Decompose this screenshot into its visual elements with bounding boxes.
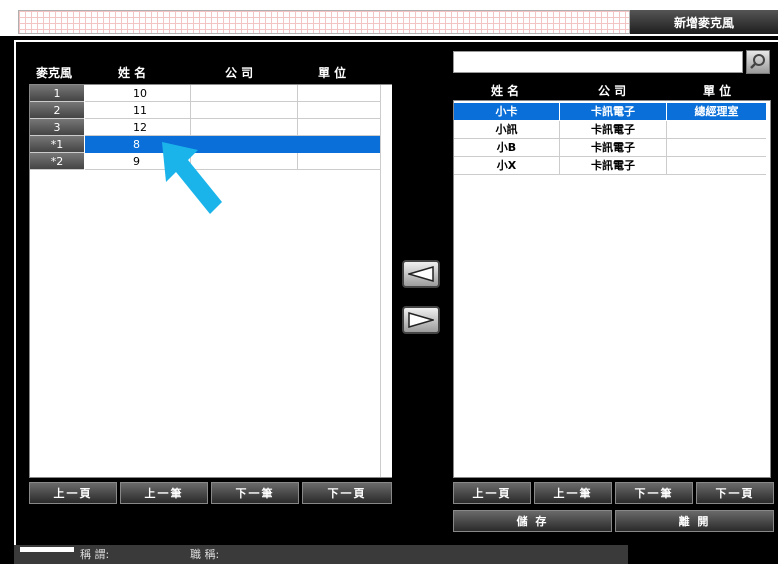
header-name: 姓 名 (118, 66, 147, 80)
unit-cell: 總經理室 (667, 103, 766, 121)
left-page-up-button[interactable]: 上一頁 (29, 482, 117, 504)
search-icon (750, 54, 765, 69)
table-row[interactable]: 小X 卡訊電子 (454, 157, 766, 175)
right-header-unit: 單 位 (703, 84, 732, 98)
mic-cell: 2 (30, 102, 84, 119)
title-grid-strip (18, 10, 630, 34)
company-cell: 卡訊電子 (560, 157, 667, 175)
title-label: 稱 謂: (80, 548, 110, 561)
search-input[interactable] (453, 51, 743, 73)
unit-cell (667, 157, 766, 175)
unit-cell (667, 139, 766, 157)
unit-cell (667, 121, 766, 139)
name-cell: 小訊 (454, 121, 560, 139)
right-page-down-button[interactable]: 下一頁 (696, 482, 774, 504)
save-button[interactable]: 儲 存 (453, 510, 612, 532)
left-page-down-button[interactable]: 下一頁 (302, 482, 392, 504)
company-cell (191, 102, 298, 119)
mic-cell: 1 (30, 85, 84, 102)
company-cell: 卡訊電子 (560, 121, 667, 139)
table-row[interactable]: 小訊 卡訊電子 (454, 121, 766, 139)
name-cell: 小X (454, 157, 560, 175)
search-button[interactable] (746, 50, 770, 74)
mic-cell: 3 (30, 119, 84, 136)
unit-cell (298, 153, 381, 170)
unit-cell (298, 136, 381, 153)
unit-cell (298, 119, 381, 136)
header-mic: 麥克風 (36, 66, 73, 80)
right-header-company: 公 司 (598, 84, 627, 98)
table-row[interactable]: 小B 卡訊電子 (454, 139, 766, 157)
right-page-up-button[interactable]: 上一頁 (453, 482, 531, 504)
name-cell: 小卡 (454, 103, 560, 121)
triangle-left-icon (408, 266, 434, 282)
company-cell: 卡訊電子 (560, 103, 667, 121)
table-row[interactable]: 3 12 (30, 119, 381, 136)
table-row-selected[interactable]: 小卡 卡訊電子 總經理室 (454, 103, 766, 121)
name-cell: 10 (85, 85, 191, 102)
move-right-button[interactable] (402, 306, 440, 334)
unit-cell (298, 85, 381, 102)
arrow-pointer-icon (162, 142, 222, 214)
right-prev-record-button[interactable]: 上一筆 (534, 482, 612, 504)
unit-cell (298, 102, 381, 119)
mic-cell: *1 (30, 136, 84, 153)
left-prev-record-button[interactable]: 上一筆 (120, 482, 208, 504)
right-next-record-button[interactable]: 下一筆 (615, 482, 693, 504)
company-cell (191, 119, 298, 136)
header-unit: 單 位 (318, 66, 347, 80)
status-indicator (20, 547, 74, 552)
right-header-name: 姓 名 (491, 84, 520, 98)
company-cell (191, 85, 298, 102)
name-cell: 12 (85, 119, 191, 136)
name-cell: 小B (454, 139, 560, 157)
company-cell: 卡訊電子 (560, 139, 667, 157)
triangle-right-icon (408, 312, 434, 328)
leave-button[interactable]: 離 開 (615, 510, 774, 532)
attendee-table: 小卡 卡訊電子 總經理室 小訊 卡訊電子 小B 卡訊電子 小X 卡訊電子 (453, 100, 771, 478)
table-row[interactable]: 2 11 (30, 102, 381, 119)
left-next-record-button[interactable]: 下一筆 (211, 482, 299, 504)
position-label: 職 稱: (190, 548, 220, 561)
table-row[interactable]: 1 10 (30, 85, 381, 102)
move-left-button[interactable] (402, 260, 440, 288)
window-title: 新增麥克風 (630, 10, 778, 34)
header-company: 公 司 (225, 66, 254, 80)
name-cell: 11 (85, 102, 191, 119)
mic-cell: *2 (30, 153, 84, 170)
left-table-scrollbar[interactable] (380, 85, 392, 477)
